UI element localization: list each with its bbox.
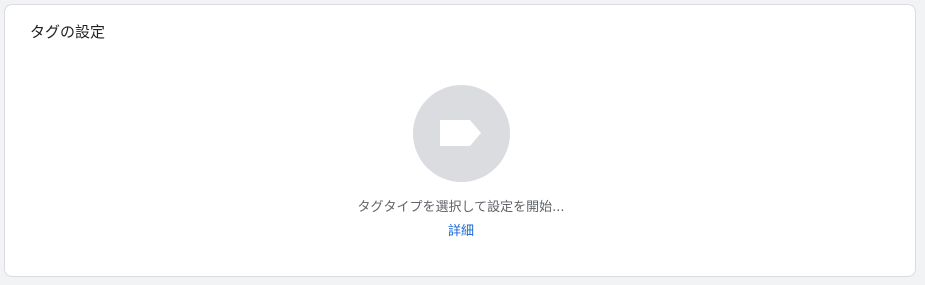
card-title: タグの設定 — [30, 23, 106, 41]
choose-tag-type-hint: タグタイプを選択して設定を開始... — [357, 200, 565, 215]
details-link-row: 詳細 — [5, 223, 917, 241]
tag-icon — [440, 120, 481, 146]
choose-tag-type-button[interactable] — [413, 85, 510, 182]
tag-configuration-card: タグの設定 タグタイプを選択して設定を開始... 詳細 — [4, 4, 916, 277]
details-link[interactable]: 詳細 — [448, 224, 474, 239]
